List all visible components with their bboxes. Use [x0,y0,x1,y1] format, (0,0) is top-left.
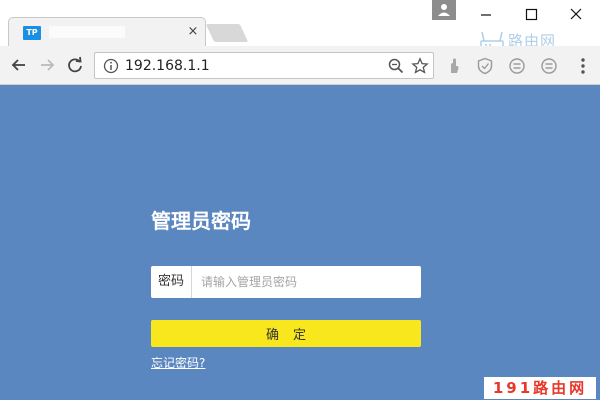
close-window-button[interactable] [553,0,599,30]
extension-hand-icon[interactable] [444,57,462,75]
browser-toolbar: 192.168.1.1 [0,46,600,85]
kebab-menu-icon[interactable] [574,56,592,76]
close-icon [570,8,582,20]
minimize-icon [481,14,491,16]
confirm-button[interactable]: 确定 [151,320,421,347]
reload-icon [68,56,82,73]
password-field-group: 密码 [151,266,421,298]
profile-button[interactable] [432,0,456,20]
extension-block-icon[interactable] [540,57,558,75]
back-button[interactable] [8,54,30,76]
maximize-icon [525,8,538,21]
tp-link-favicon-icon: TP [23,26,41,40]
extension-circle-icon[interactable] [508,57,526,75]
info-icon[interactable] [103,58,119,74]
url-text[interactable]: 192.168.1.1 [125,57,210,75]
address-bar[interactable]: 192.168.1.1 [94,52,434,79]
arrow-left-icon [11,59,25,71]
arrow-right-icon [41,59,55,71]
tab-close-icon[interactable]: × [185,24,201,40]
maximize-button[interactable] [509,0,555,30]
person-icon [438,4,450,16]
page-title: 管理员密码 [151,209,251,233]
active-tab[interactable]: TP × [8,17,206,46]
forward-button[interactable] [36,54,58,76]
password-label: 密码 [151,266,192,298]
minimize-button[interactable] [463,0,509,30]
password-input[interactable] [193,266,419,298]
star-icon[interactable] [411,57,429,75]
tab-title [49,26,125,38]
reload-button[interactable] [64,54,86,76]
tab-strip: TP × 路由网 [0,0,600,50]
forgot-password-link[interactable]: 忘记密码? [151,355,205,371]
watermark-bottom: 191路由网 [484,377,596,399]
extension-shield-icon[interactable] [476,57,494,75]
browser-window: TP × 路由网 192.168.1.1 管理员密码 密码 确定 忘记密码? 1… [0,0,600,400]
zoom-icon[interactable] [388,58,404,74]
new-tab-button[interactable] [205,24,249,42]
